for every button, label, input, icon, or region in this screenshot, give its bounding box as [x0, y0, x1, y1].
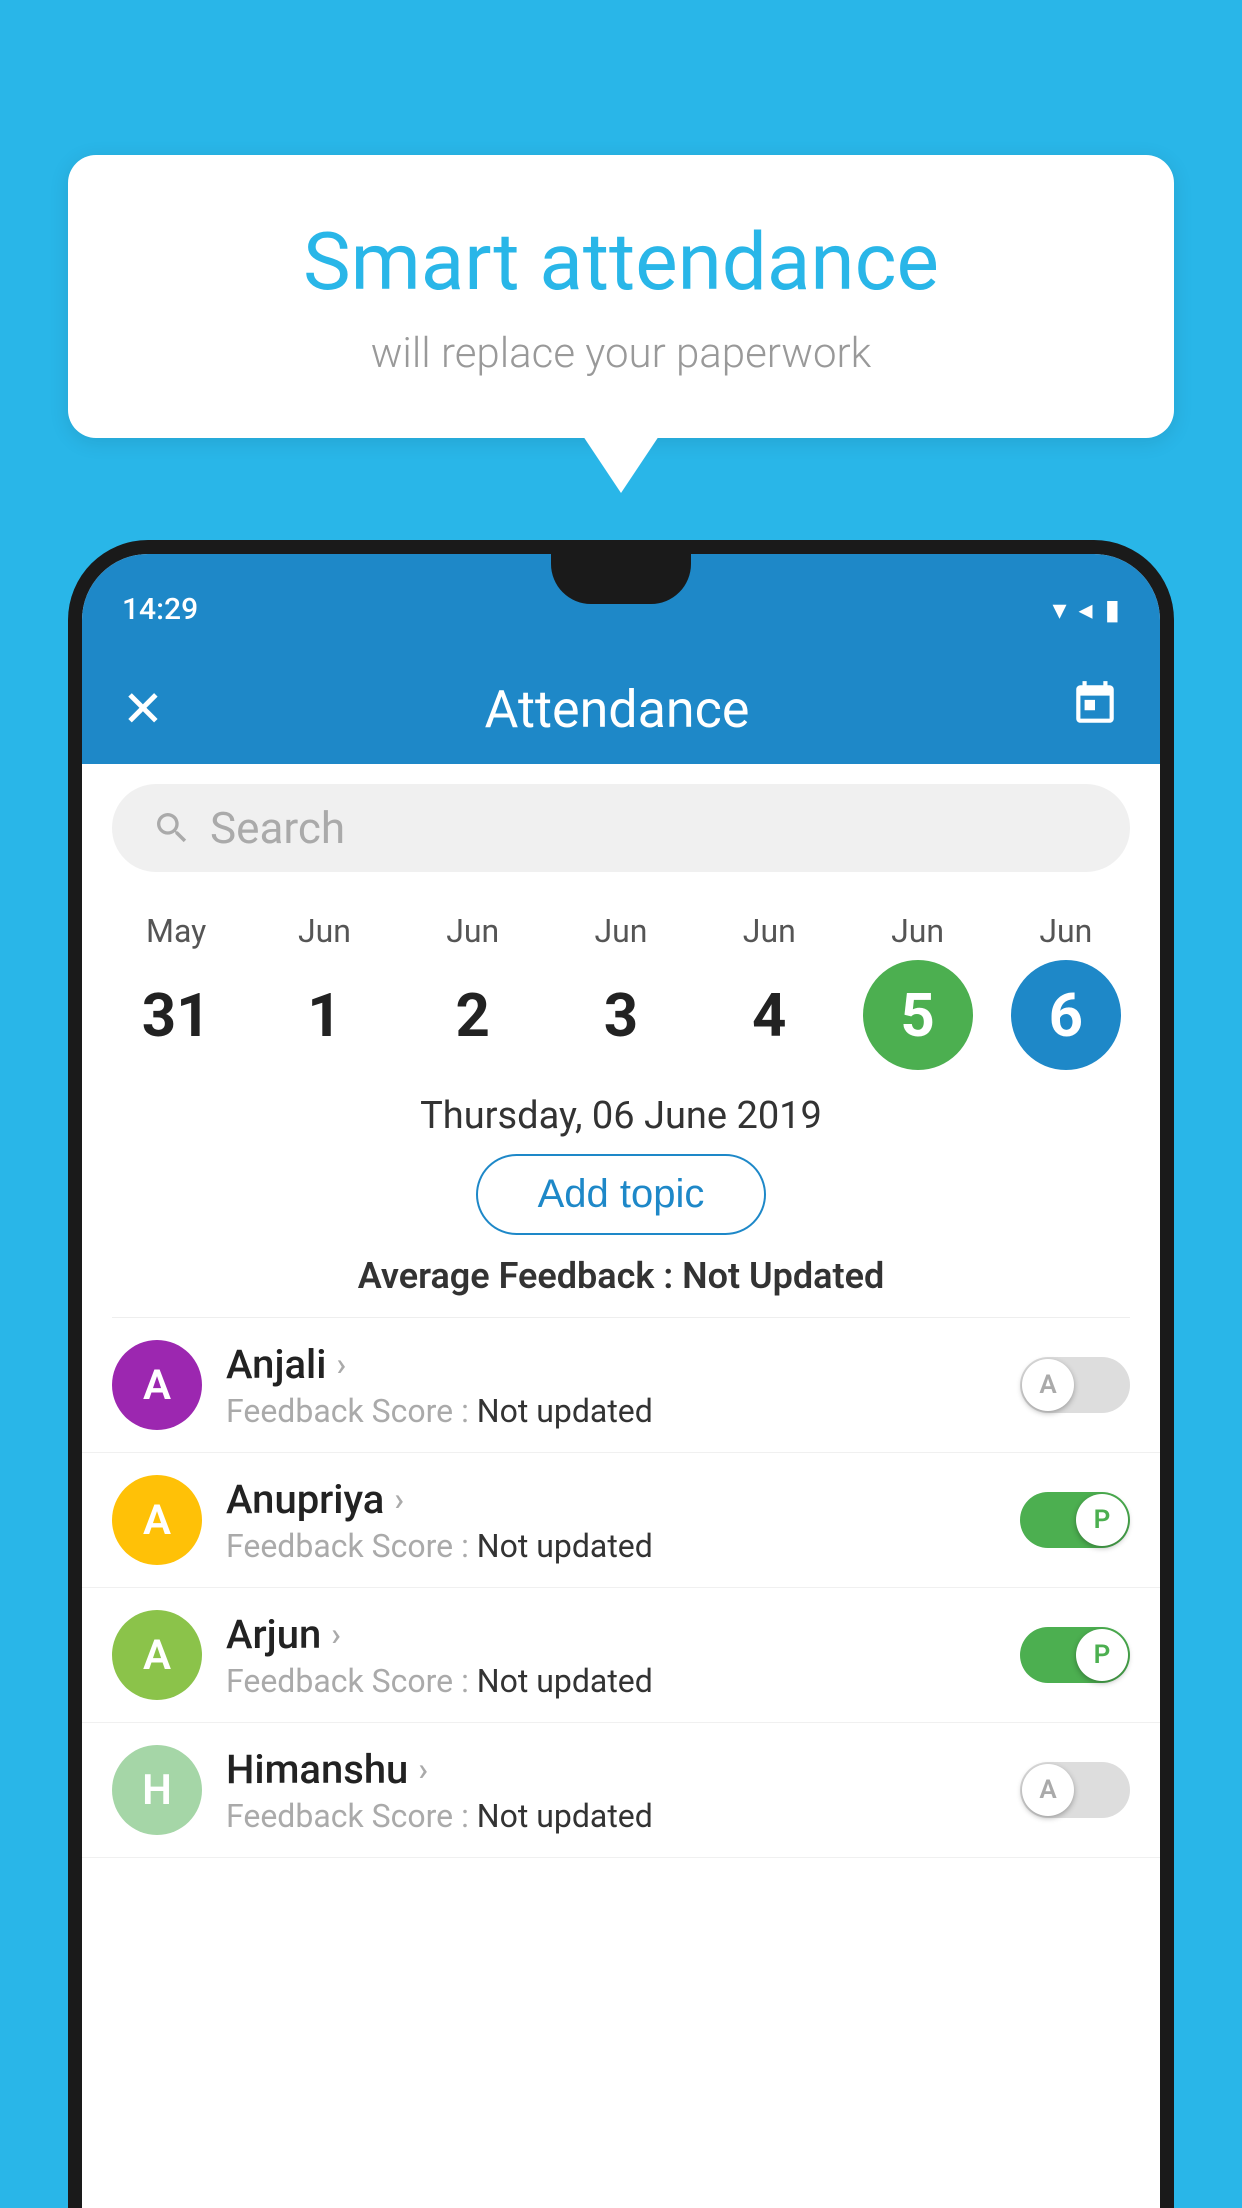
chevron-icon: › — [418, 1750, 428, 1788]
student-name: Himanshu › — [226, 1746, 996, 1793]
date-day[interactable]: 2 — [418, 960, 528, 1070]
student-feedback: Feedback Score : Not updated — [226, 1392, 996, 1430]
bubble-subtitle: will replace your paperwork — [148, 329, 1094, 378]
student-feedback: Feedback Score : Not updated — [226, 1527, 996, 1565]
student-info: Anjali › Feedback Score : Not updated — [226, 1341, 996, 1430]
avatar: A — [112, 1475, 202, 1565]
date-month: Jun — [891, 912, 944, 950]
calendar-icon[interactable] — [1070, 679, 1120, 740]
notch — [551, 554, 691, 604]
date-month: Jun — [446, 912, 499, 950]
attendance-toggle[interactable]: P — [1020, 1627, 1130, 1683]
date-day[interactable]: 5 — [863, 960, 973, 1070]
toggle-knob: P — [1076, 1629, 1128, 1681]
date-month: May — [146, 912, 206, 950]
speech-bubble-container: Smart attendance will replace your paper… — [68, 155, 1174, 438]
date-col[interactable]: Jun 1 — [264, 912, 384, 1070]
close-button[interactable]: ✕ — [122, 680, 164, 739]
avatar: A — [112, 1340, 202, 1430]
speech-bubble: Smart attendance will replace your paper… — [68, 155, 1174, 438]
chevron-icon: › — [331, 1615, 341, 1653]
date-day[interactable]: 3 — [566, 960, 676, 1070]
date-col[interactable]: Jun 4 — [709, 912, 829, 1070]
status-icons: ▾ ◂ ▮ — [1052, 593, 1120, 626]
date-month: Jun — [743, 912, 796, 950]
chevron-icon: › — [336, 1345, 346, 1383]
search-bar[interactable]: Search — [112, 784, 1130, 872]
app-header: ✕ Attendance — [82, 654, 1160, 764]
student-row[interactable]: A Anupriya › Feedback Score : Not updated P — [82, 1453, 1160, 1588]
student-name: Arjun › — [226, 1611, 996, 1658]
attendance-toggle[interactable]: A — [1020, 1357, 1130, 1413]
search-icon — [152, 808, 192, 848]
status-time: 14:29 — [122, 592, 198, 627]
student-row[interactable]: H Himanshu › Feedback Score : Not updated A — [82, 1723, 1160, 1858]
avatar: H — [112, 1745, 202, 1835]
phone-frame: 14:29 ▾ ◂ ▮ ✕ Attendance — [68, 540, 1174, 2208]
search-input[interactable]: Search — [210, 802, 1090, 854]
date-col[interactable]: Jun 3 — [561, 912, 681, 1070]
avatar: A — [112, 1610, 202, 1700]
student-row[interactable]: A Arjun › Feedback Score : Not updated P — [82, 1588, 1160, 1723]
signal-icon: ◂ — [1079, 593, 1093, 626]
bubble-title: Smart attendance — [148, 215, 1094, 309]
date-strip: May 31 Jun 1 Jun 2 Jun 3 Jun 4 Jun 5 Jun 6 — [82, 892, 1160, 1070]
student-info: Himanshu › Feedback Score : Not updated — [226, 1746, 996, 1835]
student-list: AAnjali ›Feedback Score : Not updatedAAA… — [82, 1318, 1160, 1858]
date-day[interactable]: 4 — [714, 960, 824, 1070]
date-day[interactable]: 31 — [121, 960, 231, 1070]
date-month: Jun — [298, 912, 351, 950]
date-month: Jun — [1039, 912, 1092, 950]
add-topic-button[interactable]: Add topic — [476, 1154, 767, 1235]
phone-inner: 14:29 ▾ ◂ ▮ ✕ Attendance — [82, 554, 1160, 2208]
selected-date-label: Thursday, 06 June 2019 — [82, 1094, 1160, 1138]
date-col[interactable]: Jun 5 — [858, 912, 978, 1070]
date-day[interactable]: 1 — [269, 960, 379, 1070]
date-day[interactable]: 6 — [1011, 960, 1121, 1070]
chevron-icon: › — [394, 1480, 404, 1518]
attendance-toggle[interactable]: A — [1020, 1762, 1130, 1818]
date-col[interactable]: Jun 6 — [1006, 912, 1126, 1070]
toggle-knob: A — [1022, 1764, 1074, 1816]
battery-icon: ▮ — [1105, 593, 1120, 626]
avg-feedback: Average Feedback : Not Updated — [82, 1255, 1160, 1297]
date-col[interactable]: Jun 2 — [413, 912, 533, 1070]
date-col[interactable]: May 31 — [116, 912, 236, 1070]
student-feedback: Feedback Score : Not updated — [226, 1662, 996, 1700]
date-month: Jun — [595, 912, 648, 950]
wifi-icon: ▾ — [1052, 593, 1066, 626]
app-title: Attendance — [484, 679, 749, 740]
toggle-knob: P — [1076, 1494, 1128, 1546]
student-info: Anupriya › Feedback Score : Not updated — [226, 1476, 996, 1565]
toggle-knob: A — [1022, 1359, 1074, 1411]
page-background: Smart attendance will replace your paper… — [0, 0, 1242, 2208]
student-name: Anupriya › — [226, 1476, 996, 1523]
student-feedback: Feedback Score : Not updated — [226, 1797, 996, 1835]
status-bar: 14:29 ▾ ◂ ▮ — [82, 554, 1160, 654]
student-name: Anjali › — [226, 1341, 996, 1388]
student-info: Arjun › Feedback Score : Not updated — [226, 1611, 996, 1700]
student-row[interactable]: A Anjali › Feedback Score : Not updated A — [82, 1318, 1160, 1453]
attendance-toggle[interactable]: P — [1020, 1492, 1130, 1548]
